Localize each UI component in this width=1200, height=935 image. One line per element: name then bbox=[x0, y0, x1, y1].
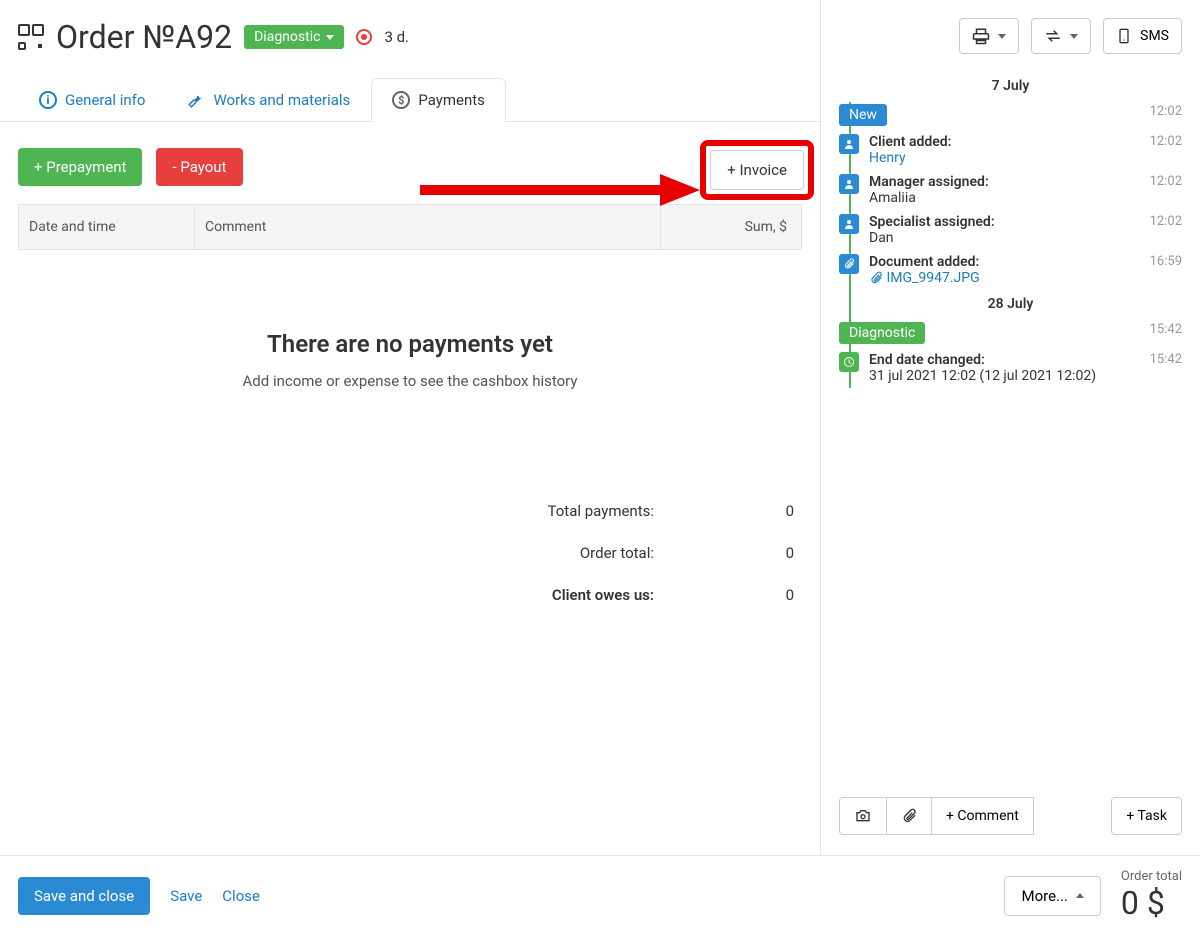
sms-label: SMS bbox=[1140, 28, 1169, 44]
timeline-title: End date changed: bbox=[869, 352, 985, 368]
save-close-button[interactable]: Save and close bbox=[18, 877, 150, 915]
timeline-title: Client added: bbox=[869, 134, 951, 150]
side-footer: + Comment + Task bbox=[839, 797, 1182, 835]
order-total-value: 0 bbox=[734, 544, 794, 562]
transfer-dropdown[interactable] bbox=[1031, 18, 1091, 54]
timeline-title: Specialist assigned: bbox=[869, 214, 995, 230]
person-icon bbox=[839, 214, 859, 234]
client-icon bbox=[839, 134, 859, 154]
timeline-link[interactable]: Henry bbox=[869, 150, 906, 166]
badge-diagnostic: Diagnostic bbox=[839, 322, 925, 344]
camera-button[interactable] bbox=[839, 797, 887, 835]
wrench-icon bbox=[187, 91, 205, 109]
col-date: Date and time bbox=[19, 205, 195, 249]
tab-works-materials[interactable]: Works and materials bbox=[166, 78, 371, 121]
payments-table-header: Date and time Comment Sum, $ bbox=[18, 204, 802, 250]
invoice-button[interactable]: + Invoice bbox=[710, 150, 804, 190]
timeline-link[interactable]: IMG_9947.JPG bbox=[886, 270, 979, 286]
add-task-button[interactable]: + Task bbox=[1111, 797, 1182, 835]
add-comment-button[interactable]: + Comment bbox=[932, 797, 1034, 835]
timeline-date-1: 7 July bbox=[839, 72, 1182, 100]
attach-button[interactable] bbox=[887, 797, 932, 835]
chevron-down-icon bbox=[326, 35, 334, 40]
save-button[interactable]: Save bbox=[170, 887, 202, 905]
timeline: 7 July New 12:02 Client added: Henry 12:… bbox=[821, 72, 1200, 388]
duration-text: 3 d. bbox=[384, 28, 409, 46]
timeline-item-enddate: End date changed: 31 jul 2021 12:02 (12 … bbox=[839, 348, 1182, 388]
order-total-footer: Order total 0 $ bbox=[1111, 869, 1182, 922]
order-title: Order №A92 bbox=[56, 18, 232, 56]
timeline-title: Manager assigned: bbox=[869, 174, 989, 190]
person-icon bbox=[839, 174, 859, 194]
prepayment-button[interactable]: + Prepayment bbox=[18, 148, 142, 186]
printer-icon bbox=[972, 27, 990, 45]
order-total-label: Order total: bbox=[580, 544, 654, 562]
status-label: Diagnostic bbox=[254, 29, 320, 45]
dollar-icon: $ bbox=[392, 91, 410, 109]
tab-general-label: General info bbox=[65, 91, 145, 109]
total-payments-value: 0 bbox=[734, 502, 794, 520]
camera-icon bbox=[854, 808, 872, 824]
tab-payments-label: Payments bbox=[418, 91, 485, 109]
timeline-item-specialist: Specialist assigned: Dan 12:02 bbox=[839, 210, 1182, 250]
clip-icon bbox=[839, 254, 859, 274]
totals-block: Total payments: 0 Order total: 0 Client … bbox=[18, 490, 802, 616]
status-badge[interactable]: Diagnostic bbox=[244, 25, 344, 49]
client-owes-label: Client owes us: bbox=[552, 586, 654, 604]
timeline-badge-new: New 12:02 bbox=[839, 100, 1182, 130]
chevron-down-icon bbox=[1070, 34, 1078, 39]
timeline-value: 31 jul 2021 12:02 (12 jul 2021 12:02) bbox=[869, 368, 1096, 384]
timeline-time: 12:02 bbox=[1150, 134, 1182, 149]
total-payments-label: Total payments: bbox=[548, 502, 654, 520]
timeline-value: Amaliia bbox=[869, 190, 916, 206]
timeline-time: 12:02 bbox=[1150, 174, 1182, 189]
more-label: More... bbox=[1021, 887, 1067, 905]
paperclip-icon bbox=[901, 808, 917, 824]
invoice-callout: + Invoice bbox=[700, 140, 814, 200]
timeline-title: Document added: bbox=[869, 254, 979, 270]
timeline-date-2: 28 July bbox=[839, 290, 1182, 318]
print-dropdown[interactable] bbox=[959, 18, 1019, 54]
qr-icon[interactable] bbox=[18, 24, 44, 50]
attachment-icon bbox=[869, 271, 883, 285]
sms-button[interactable]: SMS bbox=[1103, 18, 1182, 54]
timeline-time: 12:02 bbox=[1150, 104, 1182, 119]
target-icon bbox=[356, 29, 372, 45]
close-button[interactable]: Close bbox=[222, 887, 260, 905]
timeline-time: 15:42 bbox=[1150, 322, 1182, 337]
badge-new: New bbox=[839, 104, 887, 126]
empty-state: There are no payments yet Add income or … bbox=[0, 250, 820, 430]
timeline-time: 16:59 bbox=[1150, 254, 1182, 269]
order-total-label: Order total bbox=[1121, 869, 1182, 884]
timeline-item-document: Document added: IMG_9947.JPG 16:59 bbox=[839, 250, 1182, 290]
chevron-up-icon bbox=[1076, 893, 1084, 898]
empty-title: There are no payments yet bbox=[20, 330, 800, 358]
col-comment: Comment bbox=[195, 205, 661, 249]
transfer-icon bbox=[1044, 27, 1062, 45]
chevron-down-icon bbox=[998, 34, 1006, 39]
col-sum: Sum, $ bbox=[661, 205, 801, 249]
tab-general-info[interactable]: i General info bbox=[18, 78, 166, 121]
tab-works-label: Works and materials bbox=[213, 91, 350, 109]
info-icon: i bbox=[39, 91, 57, 109]
order-total-value: 0 $ bbox=[1121, 884, 1182, 922]
timeline-item-manager: Manager assigned: Amaliia 12:02 bbox=[839, 170, 1182, 210]
phone-icon bbox=[1116, 27, 1132, 45]
client-owes-value: 0 bbox=[734, 586, 794, 604]
timeline-time: 15:42 bbox=[1150, 352, 1182, 367]
more-dropdown[interactable]: More... bbox=[1004, 876, 1100, 916]
timeline-value: Dan bbox=[869, 230, 894, 246]
timeline-item-client: Client added: Henry 12:02 bbox=[839, 130, 1182, 170]
empty-subtitle: Add income or expense to see the cashbox… bbox=[20, 372, 800, 390]
payout-button[interactable]: - Payout bbox=[156, 148, 242, 186]
tab-payments[interactable]: $ Payments bbox=[371, 78, 506, 121]
clock-icon bbox=[839, 352, 859, 372]
tabs: i General info Works and materials $ Pay… bbox=[0, 56, 820, 122]
timeline-time: 12:02 bbox=[1150, 214, 1182, 229]
timeline-badge-diagnostic: Diagnostic 15:42 bbox=[839, 318, 1182, 348]
